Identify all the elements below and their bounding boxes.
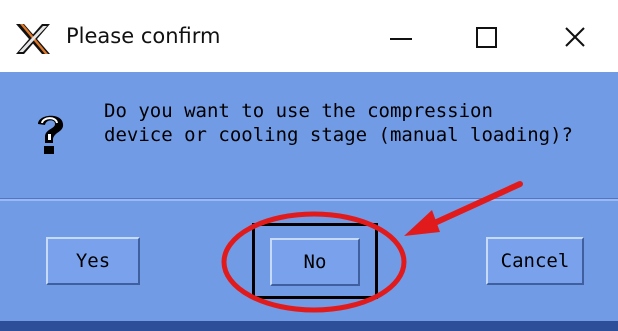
close-button[interactable] bbox=[546, 12, 602, 64]
confirm-message: Do you want to use the compression devic… bbox=[104, 99, 573, 147]
no-button[interactable]: No bbox=[270, 238, 360, 286]
x-window-icon bbox=[16, 24, 50, 54]
bottom-edge bbox=[0, 321, 618, 331]
title-bar[interactable]: Please confirm bbox=[0, 0, 618, 73]
maximize-button[interactable] bbox=[458, 12, 514, 64]
yes-button[interactable]: Yes bbox=[46, 237, 140, 285]
message-line-1: Do you want to use the compression bbox=[104, 100, 493, 122]
message-area: Do you want to use the compression devic… bbox=[0, 72, 618, 200]
minimize-button[interactable] bbox=[372, 12, 428, 64]
message-line-2: device or cooling stage (manual loading)… bbox=[104, 124, 573, 146]
confirm-dialog-window: Please confirm Do you want to use the co… bbox=[0, 0, 618, 331]
minimize-icon bbox=[390, 38, 412, 40]
maximize-icon bbox=[476, 27, 497, 48]
button-bar: Yes No Cancel bbox=[0, 201, 618, 331]
question-icon bbox=[38, 115, 64, 154]
window-title: Please confirm bbox=[66, 24, 221, 48]
cancel-button[interactable]: Cancel bbox=[486, 237, 584, 285]
close-icon bbox=[565, 27, 585, 47]
